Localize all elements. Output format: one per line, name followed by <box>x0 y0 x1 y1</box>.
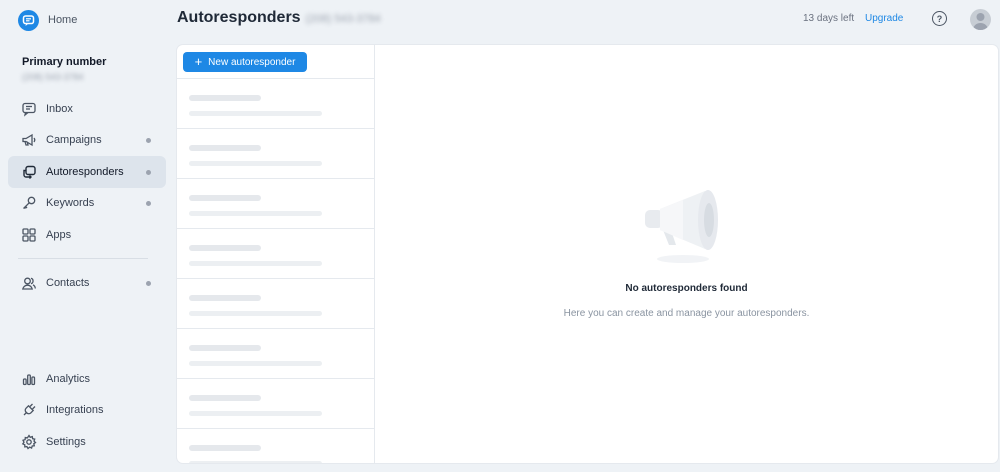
sidebar-item-label: Integrations <box>46 404 104 416</box>
skeleton-line <box>189 161 322 166</box>
plus-icon: + <box>194 54 203 69</box>
plug-icon <box>21 402 37 418</box>
sidebar-item-campaigns[interactable]: Campaigns <box>8 124 166 156</box>
trial-status: 13 days left <box>803 13 855 24</box>
skeleton-row <box>177 128 374 178</box>
sidebar-item-label: Apps <box>46 229 72 241</box>
autoresponder-list: + New autoresponder <box>177 45 375 463</box>
help-icon[interactable]: ? <box>932 11 947 26</box>
sidebar-item-label: Campaigns <box>46 134 102 146</box>
megaphone-icon <box>21 132 37 148</box>
skeleton-line <box>189 445 261 451</box>
skeleton-line <box>189 395 261 401</box>
skeleton-line <box>189 145 261 151</box>
notification-dot <box>146 137 151 143</box>
page-title-number: (208) 543-3784 <box>305 13 381 25</box>
apps-icon <box>21 227 37 243</box>
main-panel: + New autoresponder No autoresponders fo… <box>177 45 998 463</box>
empty-state-subtitle: Here you can create and manage your auto… <box>563 308 810 319</box>
skeleton-row <box>177 328 374 378</box>
skeleton-row <box>177 378 374 428</box>
primary-number-title: Primary number <box>22 56 107 68</box>
sidebar-item-keywords[interactable]: Keywords <box>8 187 166 219</box>
skeleton-row <box>177 278 374 328</box>
skeleton-row <box>177 78 374 128</box>
home-link[interactable]: Home <box>18 8 77 32</box>
primary-number-value: (208) 543-3784 <box>22 72 84 82</box>
skeleton-line <box>189 211 322 216</box>
contacts-icon <box>21 275 37 291</box>
skeleton-line <box>189 461 322 463</box>
skeleton-line <box>189 361 322 366</box>
sidebar-divider <box>18 258 148 259</box>
sidebar-item-label: Settings <box>46 436 86 448</box>
notification-dot <box>146 280 151 286</box>
skeleton-row <box>177 178 374 228</box>
skeleton-row <box>177 228 374 278</box>
notification-dot <box>146 169 151 175</box>
empty-state: No autoresponders found Here you can cre… <box>375 45 998 463</box>
page-title-text: Autoresponders <box>177 9 301 26</box>
megaphone-illustration-icon <box>645 190 718 263</box>
sidebar-item-label: Contacts <box>46 277 90 289</box>
sidebar-item-integrations[interactable]: Integrations <box>8 394 166 426</box>
analytics-icon <box>21 371 37 387</box>
skeleton-line <box>189 245 261 251</box>
avatar[interactable] <box>970 9 991 30</box>
inbox-icon <box>21 101 37 117</box>
sidebar-item-label: Inbox <box>46 103 73 115</box>
new-autoresponder-label: New autoresponder <box>208 56 296 68</box>
home-label: Home <box>48 14 78 26</box>
empty-state-title: No autoresponders found <box>625 283 748 294</box>
upgrade-link[interactable]: Upgrade <box>865 13 903 24</box>
skeleton-line <box>189 261 322 266</box>
sidebar-item-label: Keywords <box>46 197 95 209</box>
notification-dot <box>146 200 151 206</box>
logo-icon <box>18 9 39 31</box>
page-title: Autoresponders (208) 543-3784 <box>177 9 381 27</box>
skeleton-line <box>189 111 322 116</box>
autoresponder-icon <box>21 164 37 180</box>
skeleton-line <box>189 295 261 301</box>
skeleton-line <box>189 311 322 316</box>
primary-number: Primary number (208) 543-3784 <box>22 56 106 82</box>
sidebar-item-contacts[interactable]: Contacts <box>8 267 166 299</box>
skeleton-line <box>189 411 322 416</box>
sidebar-item-inbox[interactable]: Inbox <box>8 93 166 125</box>
sidebar-item-label: Autoresponders <box>46 166 124 178</box>
sidebar: Home Primary number (208) 543-3784 Inbox… <box>0 0 172 472</box>
new-autoresponder-button[interactable]: + New autoresponder <box>183 52 307 72</box>
skeleton-line <box>189 345 261 351</box>
sidebar-item-analytics[interactable]: Analytics <box>8 363 166 395</box>
sidebar-item-settings[interactable]: Settings <box>8 426 166 458</box>
skeleton-line <box>189 195 261 201</box>
sidebar-item-label: Analytics <box>46 373 91 385</box>
skeleton-line <box>189 95 261 101</box>
sidebar-item-autoresponders[interactable]: Autoresponders <box>8 156 166 188</box>
gear-icon <box>21 434 37 450</box>
sidebar-item-apps[interactable]: Apps <box>8 219 166 251</box>
skeleton-row <box>177 428 374 463</box>
key-icon <box>21 195 37 211</box>
